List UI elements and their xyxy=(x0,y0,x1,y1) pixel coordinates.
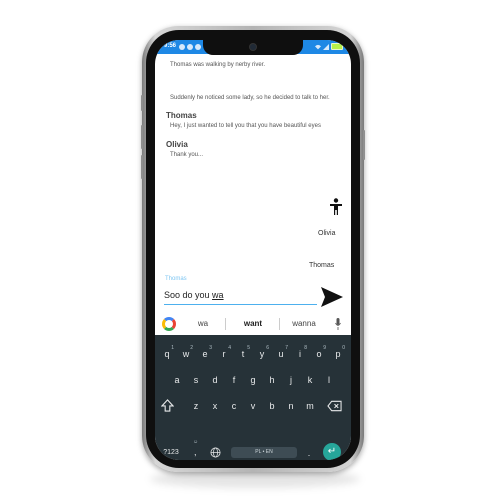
backspace-icon[interactable] xyxy=(327,400,342,412)
volume-down-button xyxy=(141,155,143,179)
key-x[interactable]: x xyxy=(207,397,223,415)
key-g[interactable]: g xyxy=(245,371,261,389)
key-f[interactable]: f xyxy=(226,371,242,389)
key-label: r xyxy=(222,349,226,359)
space-bar[interactable]: PL • EN xyxy=(231,447,297,458)
message-input[interactable]: Soo do you wa xyxy=(164,287,317,305)
key-label: q xyxy=(164,349,170,359)
send-icon[interactable] xyxy=(320,286,344,308)
key-k[interactable]: k xyxy=(302,371,318,389)
input-text: Soo do you xyxy=(164,290,213,300)
key-s[interactable]: s xyxy=(188,371,204,389)
key-label: i xyxy=(299,349,301,359)
key-i[interactable]: i8 xyxy=(292,345,308,363)
key-hint: 4 xyxy=(228,345,231,351)
key-label: y xyxy=(259,349,265,359)
key-label: w xyxy=(182,349,190,359)
key-t[interactable]: t5 xyxy=(235,345,251,363)
key-label: u xyxy=(278,349,284,359)
notch xyxy=(203,40,303,55)
key-hint: 5 xyxy=(247,345,250,351)
key-label: o xyxy=(316,349,322,359)
volume-up-button xyxy=(141,125,143,149)
key-label: t xyxy=(241,349,245,359)
input-composing-text: wa xyxy=(212,290,224,300)
key-q[interactable]: q1 xyxy=(159,345,175,363)
front-camera xyxy=(249,43,257,51)
battery-icon xyxy=(331,43,343,50)
key-label: p xyxy=(335,349,341,359)
key-e[interactable]: e3 xyxy=(197,345,213,363)
enter-button[interactable]: ↵ xyxy=(323,443,341,460)
key-hint: 1 xyxy=(171,345,174,351)
phone-screen: 9:56 Thomas was walking by nerby river. … xyxy=(155,40,351,460)
status-time: 9:56 xyxy=(164,43,177,49)
narration-text: Thomas was walking by nerby river. xyxy=(170,62,266,68)
person-icon[interactable] xyxy=(329,198,343,216)
key-j[interactable]: j xyxy=(283,371,299,389)
phone-shadow xyxy=(150,470,360,488)
suggestion-bar: wa want wanna xyxy=(155,313,351,335)
key-hint: 3 xyxy=(209,345,212,351)
keyboard: wa want wanna q1 w2 e3 r4 t5 y6 u7 i8 o9… xyxy=(155,313,351,460)
google-icon[interactable] xyxy=(162,317,176,331)
speaker-name: Thomas xyxy=(166,111,197,120)
key-l[interactable]: l xyxy=(321,371,337,389)
key-hint: 6 xyxy=(266,345,269,351)
key-w[interactable]: w2 xyxy=(178,345,194,363)
power-button xyxy=(363,130,365,160)
enter-icon: ↵ xyxy=(327,446,337,457)
microphone-icon[interactable] xyxy=(335,318,341,330)
key-d[interactable]: d xyxy=(207,371,223,389)
key-v[interactable]: v xyxy=(245,397,261,415)
key-n[interactable]: n xyxy=(283,397,299,415)
key-hint: 7 xyxy=(285,345,288,351)
key-m[interactable]: m xyxy=(302,397,318,415)
input-hint: Thomas xyxy=(165,276,187,282)
comma-key[interactable]: ☺ , xyxy=(190,439,202,460)
key-y[interactable]: y6 xyxy=(254,345,270,363)
key-r[interactable]: r4 xyxy=(216,345,232,363)
character-olivia[interactable]: Olivia xyxy=(318,230,336,237)
key-c[interactable]: c xyxy=(226,397,242,415)
dialogue-line: Hey, I just wanted to tell you that you … xyxy=(170,123,321,129)
notification-icon-3 xyxy=(195,44,201,50)
character-thomas[interactable]: Thomas xyxy=(309,262,334,269)
key-u[interactable]: u7 xyxy=(273,345,289,363)
signal-icon xyxy=(323,43,329,50)
key-hint: 9 xyxy=(323,345,326,351)
globe-icon[interactable] xyxy=(210,447,221,458)
suggestion-1[interactable]: wa xyxy=(191,319,215,328)
notification-icon xyxy=(179,44,185,50)
key-label: e xyxy=(202,349,208,359)
suggestion-3[interactable]: wanna xyxy=(287,319,321,328)
speaker-name-2: Olivia xyxy=(166,140,188,149)
key-z[interactable]: z xyxy=(188,397,204,415)
period-key[interactable]: . xyxy=(303,447,315,459)
wifi-icon xyxy=(315,44,321,49)
volume-button xyxy=(141,95,143,111)
key-a[interactable]: a xyxy=(169,371,185,389)
key-hint: 2 xyxy=(190,345,193,351)
key-o[interactable]: o9 xyxy=(311,345,327,363)
key-hint: 8 xyxy=(304,345,307,351)
key-p[interactable]: p0 xyxy=(330,345,346,363)
symbols-key[interactable]: ?123 xyxy=(159,447,183,459)
notification-icon-2 xyxy=(187,44,193,50)
key-h[interactable]: h xyxy=(264,371,280,389)
suggestion-divider xyxy=(279,318,280,330)
suggestion-2[interactable]: want xyxy=(239,319,267,328)
dialogue-line-2: Thank you... xyxy=(170,152,204,158)
comma-label: , xyxy=(194,447,197,457)
shift-icon[interactable] xyxy=(161,399,174,412)
narration-text-2: Suddenly he noticed some lady, so he dec… xyxy=(170,95,330,101)
key-hint: 0 xyxy=(342,345,345,351)
suggestion-divider xyxy=(225,318,226,330)
emoji-hint: ☺ xyxy=(193,439,199,445)
key-b[interactable]: b xyxy=(264,397,280,415)
status-indicators xyxy=(315,43,343,50)
